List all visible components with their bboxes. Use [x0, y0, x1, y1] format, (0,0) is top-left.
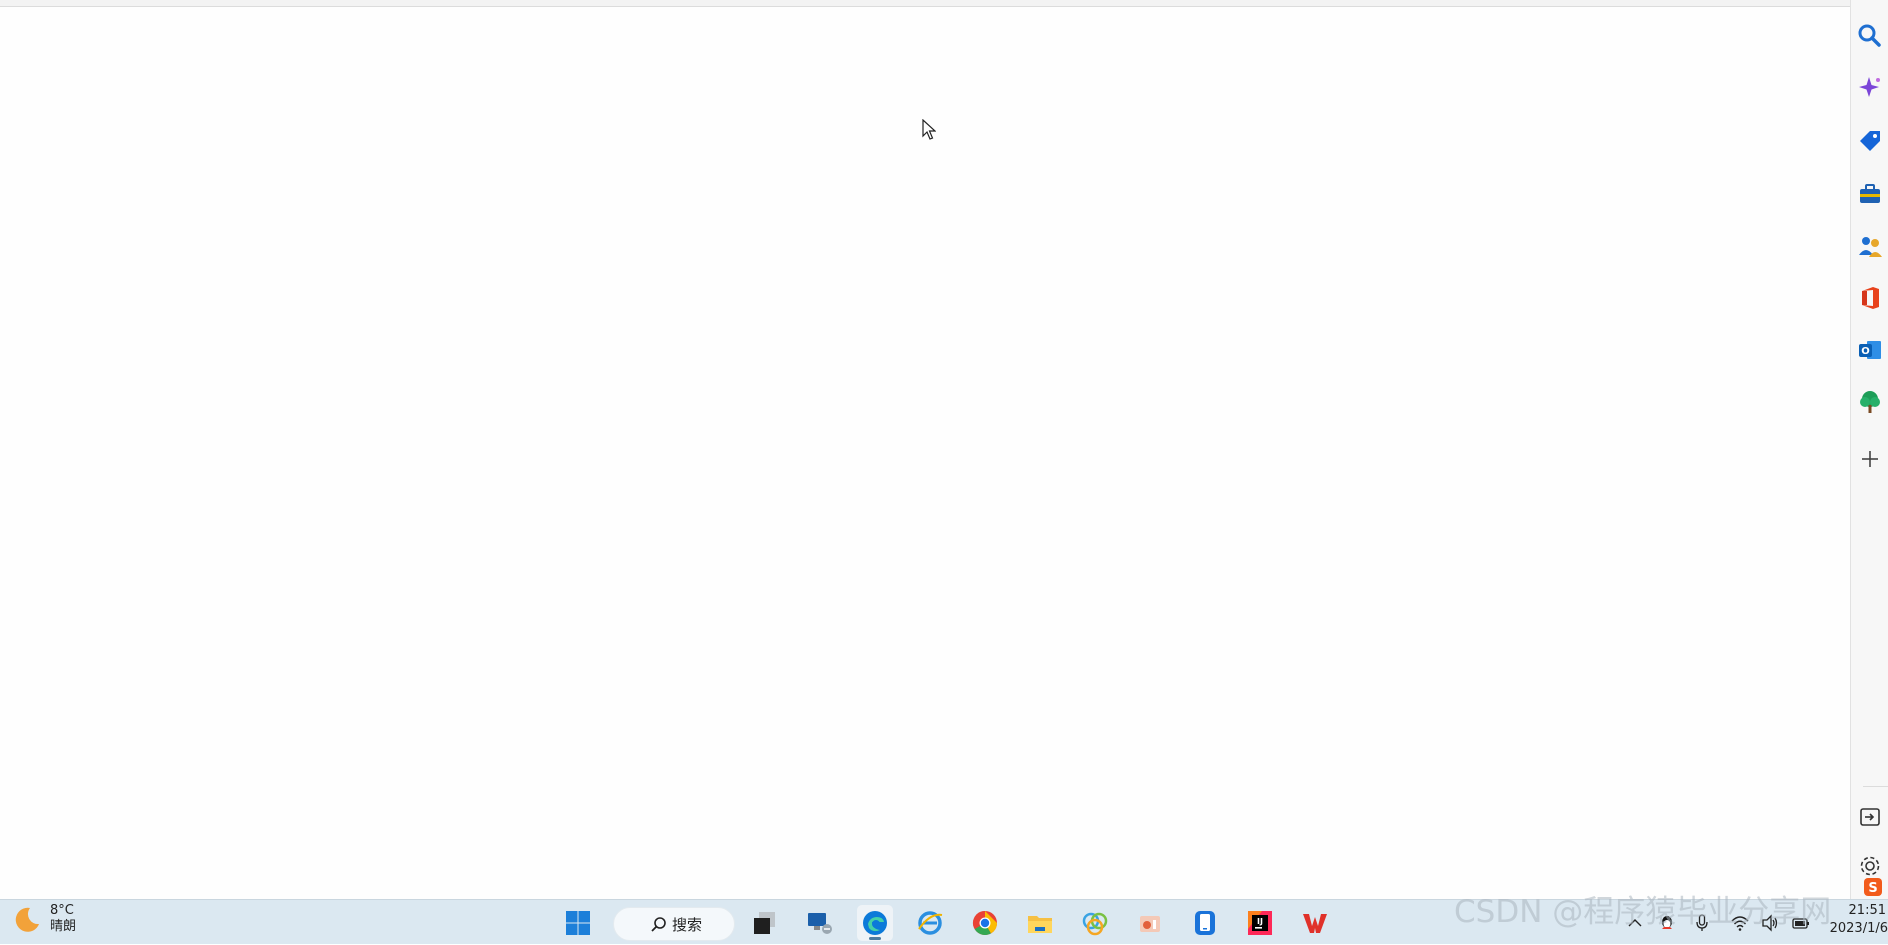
photos-button[interactable] — [1077, 905, 1113, 941]
task-view-icon — [754, 912, 775, 934]
plus-icon — [1862, 451, 1878, 467]
qq-icon — [1662, 916, 1672, 929]
folder-icon — [1028, 916, 1052, 933]
powerpoint-button[interactable] — [1132, 905, 1168, 941]
remote-desktop-icon — [808, 913, 832, 934]
intellij-icon: IJ — [1248, 911, 1272, 935]
speaker-icon — [1762, 914, 1778, 932]
browser-content-area[interactable] — [0, 6, 1850, 899]
search-icon — [651, 917, 666, 932]
sidebar-discover-button[interactable] — [1857, 72, 1888, 104]
toolbox-icon — [1860, 184, 1880, 203]
photos-icon — [1082, 912, 1108, 936]
tray-volume-button[interactable] — [1759, 913, 1781, 933]
wifi-icon — [1731, 916, 1749, 931]
office-icon — [1862, 287, 1879, 309]
ppt-icon — [1140, 916, 1160, 932]
edge-button[interactable] — [857, 905, 893, 941]
sidebar-outlook-button[interactable]: O — [1857, 334, 1888, 366]
sidebar-hide-button[interactable] — [1857, 801, 1888, 833]
svg-text:O: O — [1861, 346, 1870, 357]
moon-icon — [15, 907, 39, 932]
intellij-button[interactable]: IJ — [1242, 905, 1278, 941]
taskbar-clock[interactable]: 21:51 2023/1/6 — [1822, 902, 1888, 938]
tree-icon — [1860, 391, 1880, 413]
weather-condition: 晴朗 — [50, 919, 77, 934]
sidebar-add-button[interactable] — [1857, 443, 1888, 475]
edge-icon — [863, 911, 887, 935]
sidebar-office-button[interactable] — [1857, 282, 1888, 314]
edge-sidebar: O S — [1850, 0, 1888, 899]
sidebar-tools-button[interactable] — [1857, 178, 1888, 210]
file-explorer-button[interactable] — [1022, 905, 1058, 941]
sogou-icon: S — [1864, 878, 1882, 896]
show-hidden-icons-button[interactable] — [1624, 913, 1646, 933]
tray-wifi-button[interactable] — [1729, 913, 1751, 933]
ie-icon — [918, 911, 943, 935]
sidebar-divider — [1863, 786, 1888, 787]
chrome-icon — [972, 911, 997, 936]
wps-button[interactable] — [1297, 905, 1333, 941]
windows-start-icon — [566, 911, 590, 935]
sidebar-shopping-button[interactable] — [1857, 125, 1888, 157]
weather-temperature: 8°C — [50, 903, 74, 918]
svg-text:IJ: IJ — [1257, 917, 1263, 926]
taskbar-search-box[interactable]: 搜索 — [613, 907, 735, 941]
microphone-icon — [1696, 914, 1708, 931]
hide-sidebar-icon — [1860, 808, 1880, 826]
chevron-up-icon — [1628, 919, 1642, 927]
clock-time: 21:51 — [1848, 903, 1886, 918]
ie-button[interactable] — [912, 905, 948, 941]
phone-link-button[interactable] — [1187, 905, 1223, 941]
sidebar-games-button[interactable] — [1857, 230, 1888, 262]
svg-text:S: S — [1868, 881, 1877, 896]
remote-desktop-button[interactable] — [802, 905, 838, 941]
search-icon — [1858, 24, 1881, 47]
people-icon — [1859, 237, 1882, 257]
tray-battery-button[interactable] — [1790, 913, 1812, 933]
weather-widget[interactable]: 8°C 晴朗 — [12, 903, 76, 935]
phone-link-icon — [1195, 911, 1215, 935]
tray-microphone-button[interactable] — [1691, 913, 1713, 933]
sidebar-search-button[interactable] — [1857, 20, 1888, 52]
task-view-button[interactable] — [747, 905, 783, 941]
sparkle-icon — [1859, 77, 1880, 97]
tag-icon — [1860, 131, 1880, 151]
search-label: 搜索 — [672, 915, 703, 934]
wps-icon — [1303, 914, 1327, 933]
tray-qq-button[interactable] — [1656, 913, 1678, 933]
outlook-icon: O — [1859, 341, 1881, 359]
clock-date: 2023/1/6 — [1829, 921, 1888, 936]
taskbar: 8°C 晴朗 搜索 IJ 21:51 2023/1/6 — [0, 899, 1888, 944]
start-button[interactable] — [560, 905, 596, 941]
sidebar-tree-button[interactable] — [1857, 386, 1888, 418]
mouse-cursor-icon — [922, 119, 936, 140]
chrome-button[interactable] — [967, 905, 1003, 941]
battery-icon — [1792, 918, 1809, 929]
